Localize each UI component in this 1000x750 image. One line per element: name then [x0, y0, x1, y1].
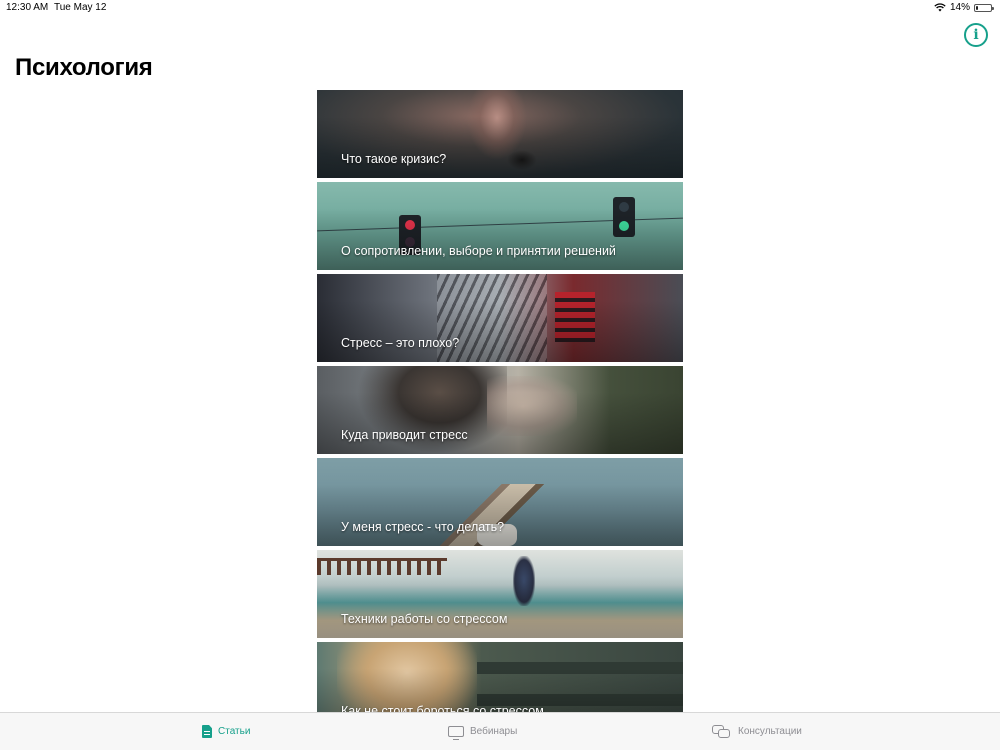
document-icon [202, 725, 212, 738]
article-title: О сопротивлении, выборе и принятии решен… [341, 244, 616, 258]
status-date: Tue May 12 [54, 2, 107, 13]
info-button[interactable]: i [964, 23, 988, 47]
battery-percent: 14% [949, 2, 970, 13]
tv-icon [448, 726, 464, 740]
article-title: Стресс – это плохо? [341, 336, 460, 350]
battery-level [976, 5, 978, 10]
article-list: Что такое кризис? О сопротивлении, выбор… [317, 90, 683, 734]
article-card-stress-bad[interactable]: Стресс – это плохо? [317, 274, 683, 362]
article-card-where-stress-leads[interactable]: Куда приводит стресс [317, 366, 683, 454]
tab-label: Консультации [738, 726, 802, 737]
chat-bubbles-icon [712, 725, 732, 738]
tab-bar: Статьи Вебинары Консультации [0, 712, 1000, 750]
article-title: У меня стресс - что делать? [341, 520, 505, 534]
info-icon: i [973, 27, 979, 43]
article-title: Куда приводит стресс [341, 428, 468, 442]
article-card-techniques[interactable]: Техники работы со стрессом [317, 550, 683, 638]
tab-webinars[interactable]: Вебинары [448, 713, 517, 750]
app-screen: 12:30 AM Tue May 12 14% i Психология Что… [0, 0, 1000, 750]
tab-label: Вебинары [470, 726, 518, 737]
tab-label: Статьи [218, 726, 251, 737]
wifi-icon [934, 3, 946, 12]
article-card-what-to-do[interactable]: У меня стресс - что делать? [317, 458, 683, 546]
tab-consultations[interactable]: Консультации [712, 713, 802, 750]
status-bar: 12:30 AM Tue May 12 14% [0, 0, 1000, 16]
status-time: 12:30 AM [6, 2, 49, 13]
battery-icon [974, 3, 994, 12]
article-card-crisis[interactable]: Что такое кризис? [317, 90, 683, 178]
article-title: Техники работы со стрессом [341, 612, 508, 626]
tab-articles[interactable]: Статьи [202, 713, 250, 750]
article-card-resistance[interactable]: О сопротивлении, выборе и принятии решен… [317, 182, 683, 270]
status-indicators: 14% [934, 2, 994, 13]
page-title: Психология [15, 54, 153, 81]
article-title: Что такое кризис? [341, 152, 447, 166]
